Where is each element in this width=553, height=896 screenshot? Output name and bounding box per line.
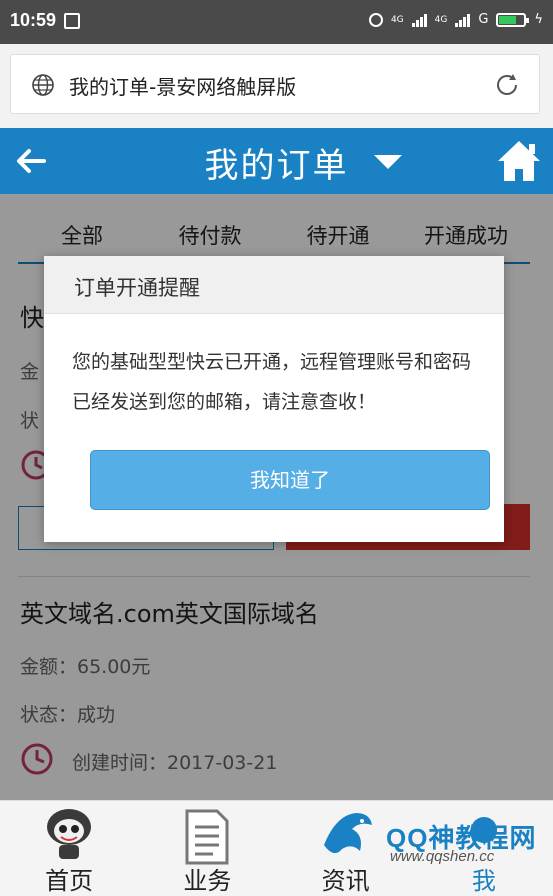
network-label: 4G [390,14,404,25]
watermark-url: www.qqshen.cc [390,848,495,865]
browser-bar: 我的订单-景安网络触屏版 [0,44,553,128]
signal-icon [411,13,427,27]
alarm-icon [368,12,383,27]
status-icons: 4G 4G G ϟ [368,12,543,27]
dragon-icon [323,813,372,854]
nav-label: 我 [471,867,496,895]
document-icon [185,809,229,865]
chevron-down-icon[interactable] [374,155,402,169]
globe-icon [32,74,54,96]
address-bar[interactable]: 我的订单-景安网络触屏版 [10,54,540,114]
nav-label: 首页 [45,867,94,895]
carrier-label: G [478,12,489,27]
status-time: 10:59 [10,10,57,30]
nav-label: 业务 [183,867,232,895]
status-bar: 10:59 4G 4G G ϟ [0,0,553,44]
header-title: 我的订单 [204,146,349,186]
dialog-header: 订单开通提醒 [44,256,504,314]
nav-label: 资讯 [321,867,370,895]
screenshot-icon [64,13,80,29]
signal-icon-2 [455,13,471,27]
reload-icon[interactable] [493,71,521,99]
page-title: 我的订单-景安网络触屏版 [69,75,297,99]
network-label-2: 4G [434,14,448,25]
app-header: 我的订单 [0,128,553,194]
home-icon[interactable] [495,138,543,184]
dialog-title: 订单开通提醒 [74,276,200,300]
activation-dialog: 订单开通提醒 您的基础型型快云已开通，远程管理账号和密码已经发送到您的邮箱，请注… [44,256,504,542]
mascot-icon [47,809,92,859]
charging-icon: ϟ [534,12,543,27]
nav-business[interactable]: 业务 [138,801,276,896]
nav-home[interactable]: 首页 [0,801,138,896]
confirm-button[interactable]: 我知道了 [90,450,490,510]
dialog-message: 您的基础型型快云已开通，远程管理账号和密码已经发送到您的邮箱，请注意查收！ [72,351,472,413]
battery-icon [496,12,530,27]
